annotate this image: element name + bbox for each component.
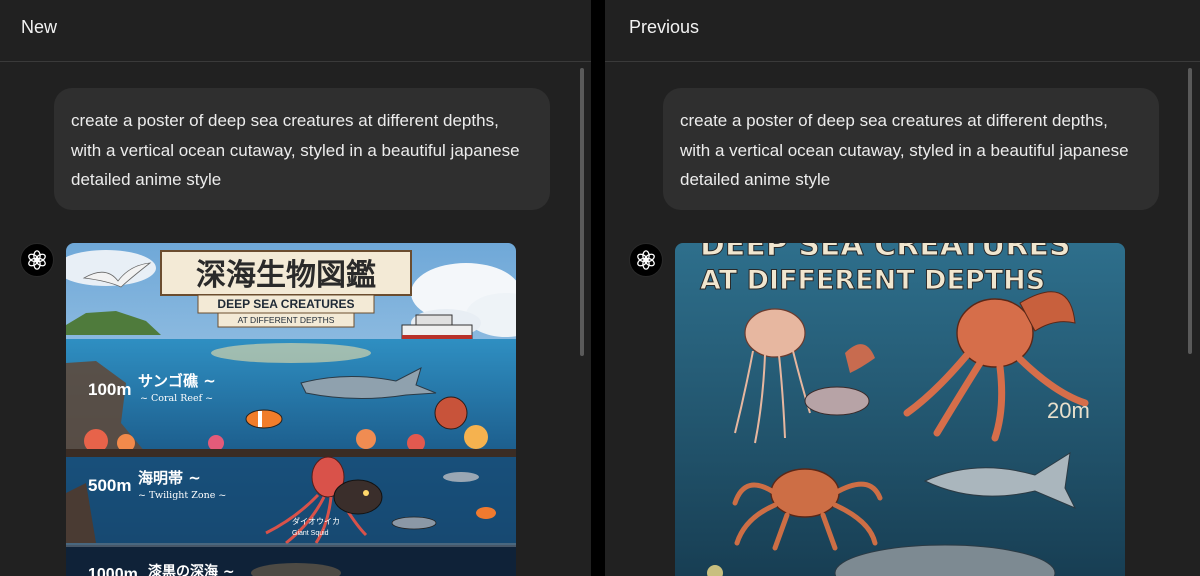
comparison-pane-previous: Previous create a poster of deep sea cre… <box>605 0 1200 576</box>
openai-logo-icon <box>637 250 655 270</box>
pane-title-previous: Previous <box>629 17 700 37</box>
poster-title-top: DEEP SEA CREATURES <box>700 243 1071 263</box>
poster-previous-illustration: DEEP SEA CREATURES AT DIFFERENT DEPTHS 2… <box>675 243 1125 576</box>
generated-poster-image-previous[interactable]: DEEP SEA CREATURES AT DIFFERENT DEPTHS 2… <box>675 243 1125 576</box>
creature-label-jp: ダイオウイカ <box>292 516 340 526</box>
scrollbar-previous[interactable] <box>1188 68 1192 354</box>
zone-name-jp-coral: サンゴ礁 ~ <box>138 372 216 390</box>
zone-depth-1000m: 1000m <box>88 566 138 576</box>
user-message-bubble-new: create a poster of deep sea creatures at… <box>54 88 550 210</box>
user-prompt-text-new: create a poster of deep sea creatures at… <box>71 111 520 189</box>
creature-label-en: Giant Squid <box>292 530 329 537</box>
zone-depth-500m: 500m <box>88 476 131 495</box>
poster-new-illustration: 深海生物図鑑 DEEP SEA CREATURES AT DIFFERENT D… <box>66 243 516 576</box>
user-prompt-text-previous: create a poster of deep sea creatures at… <box>680 111 1129 189</box>
poster-title-en: DEEP SEA CREATURES <box>217 297 354 311</box>
user-message-bubble-previous: create a poster of deep sea creatures at… <box>663 88 1159 210</box>
generated-poster-image-new[interactable]: 深海生物図鑑 DEEP SEA CREATURES AT DIFFERENT D… <box>66 243 516 576</box>
pane-title-new: New <box>21 17 58 37</box>
openai-logo-icon <box>28 250 46 270</box>
poster-title-jp: 深海生物図鑑 <box>196 258 376 293</box>
depth-label-20m: 20m <box>1047 398 1090 423</box>
poster-subtitle-en: AT DIFFERENT DEPTHS <box>238 315 335 325</box>
zone-depth-100m: 100m <box>88 380 131 399</box>
comparison-pane-new: New create a poster of deep sea creature… <box>0 0 591 576</box>
poster-subtitle: AT DIFFERENT DEPTHS <box>700 265 1045 296</box>
assistant-avatar-previous <box>629 243 663 277</box>
zone-name-jp-abyss: 漆黒の深海 ~ <box>148 563 235 576</box>
pane-header-previous: Previous <box>605 0 1200 62</box>
zone-name-jp-twilight: 海明帯 ~ <box>138 469 201 487</box>
zone-name-en-coral: ~ Coral Reef ~ <box>140 393 213 404</box>
scrollbar-new[interactable] <box>580 68 584 356</box>
assistant-avatar-new <box>20 243 54 277</box>
zone-name-en-twilight: ~ Twilight Zone ~ <box>138 490 226 501</box>
pane-header-new: New <box>0 0 591 62</box>
